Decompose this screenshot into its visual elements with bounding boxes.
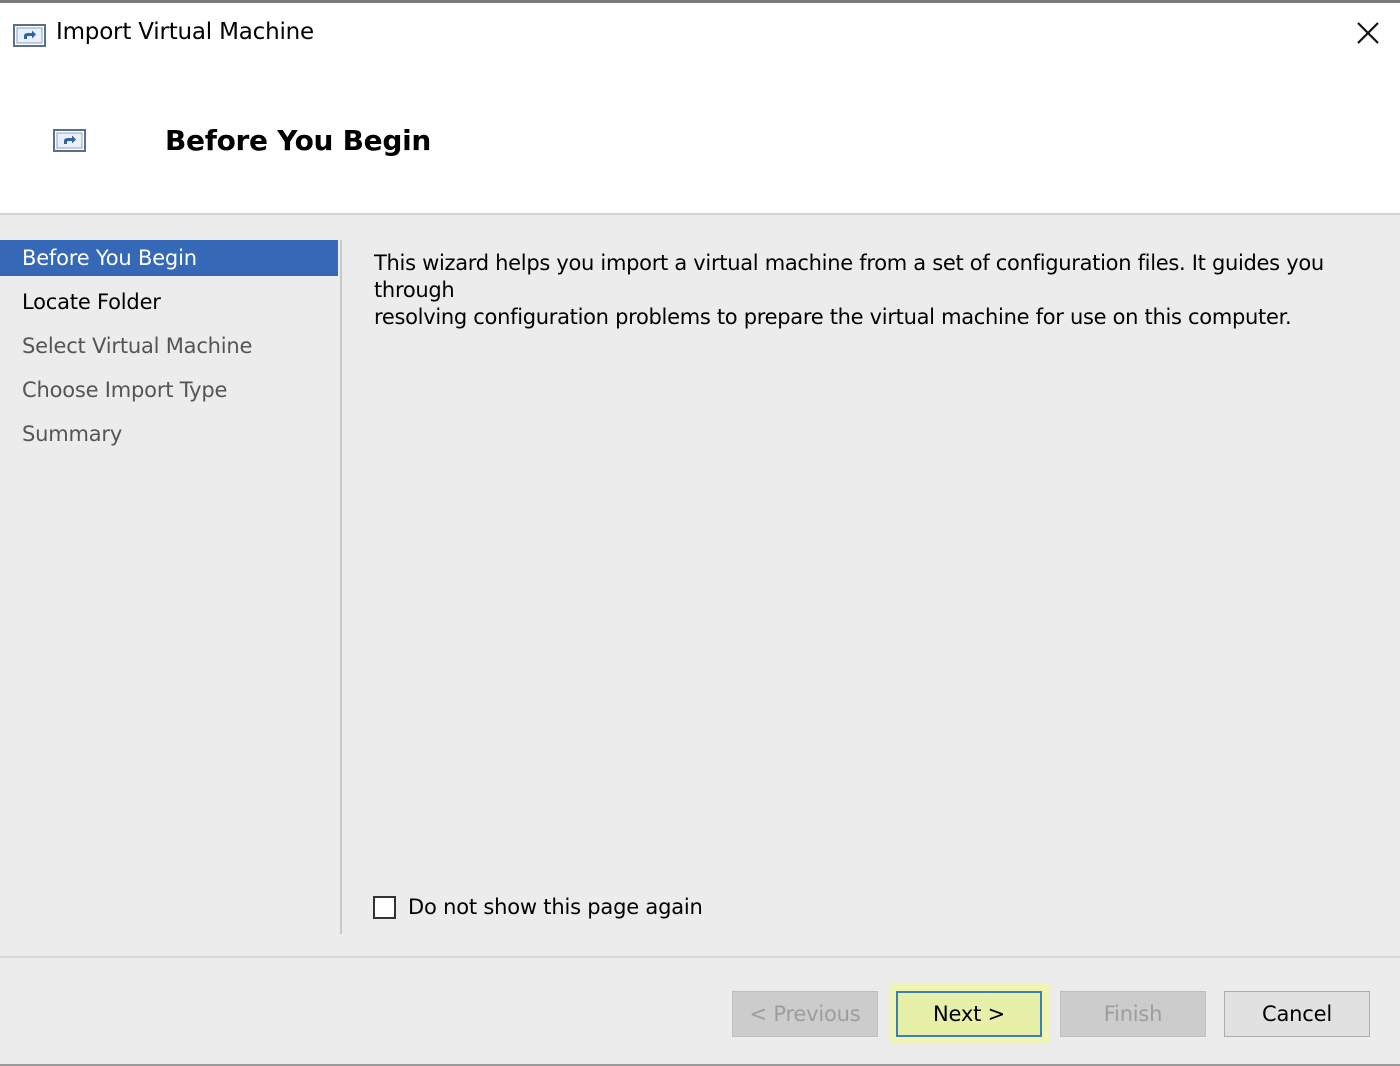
previous-button: < Previous — [732, 991, 878, 1037]
import-vm-dialog: Import Virtual Machine Before You Begin … — [0, 0, 1400, 1066]
step-summary: Summary — [22, 422, 123, 446]
step-select-virtual-machine: Select Virtual Machine — [22, 334, 253, 358]
finish-button: Finish — [1060, 991, 1206, 1037]
nav-divider — [340, 240, 342, 934]
step-before-you-begin[interactable]: Before You Begin — [0, 240, 338, 276]
wizard-description: This wizard helps you import a virtual m… — [374, 250, 1374, 331]
footer-divider — [0, 956, 1400, 958]
step-choose-import-type: Choose Import Type — [22, 378, 228, 402]
do-not-show-again-label[interactable]: Do not show this page again — [408, 895, 703, 919]
wizard-header: Before You Begin — [0, 69, 1400, 213]
title-bar: Import Virtual Machine — [0, 3, 1400, 69]
description-line: resolving configuration problems to prep… — [374, 305, 1292, 329]
next-button[interactable]: Next > — [896, 991, 1042, 1037]
window-title: Import Virtual Machine — [56, 19, 314, 45]
close-icon — [1356, 21, 1380, 49]
do-not-show-again-checkbox[interactable] — [373, 895, 396, 919]
step-locate-folder[interactable]: Locate Folder — [0, 284, 338, 320]
cancel-button[interactable]: Cancel — [1224, 991, 1370, 1037]
import-vm-icon — [13, 23, 46, 52]
import-vm-icon — [53, 128, 86, 157]
close-button[interactable] — [1346, 13, 1390, 57]
description-line: This wizard helps you import a virtual m… — [374, 251, 1324, 302]
do-not-show-again-option[interactable]: Do not show this page again — [373, 892, 703, 922]
wizard-body: Before You Begin Locate Folder Select Vi… — [0, 215, 1400, 1066]
page-title: Before You Begin — [165, 124, 432, 157]
step-navigation: Before You Begin Locate Folder Select Vi… — [0, 240, 340, 934]
